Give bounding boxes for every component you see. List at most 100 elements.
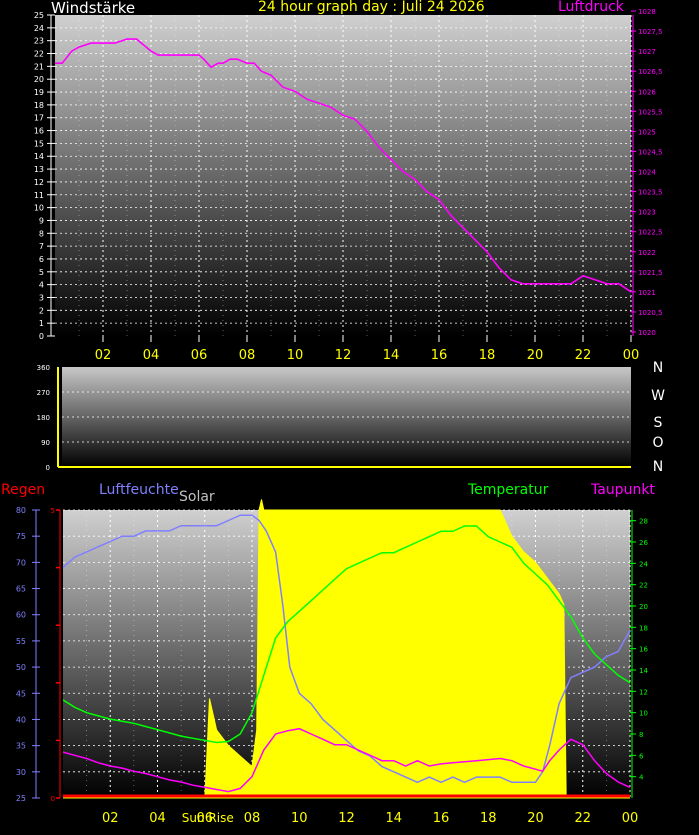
wind-tick-label: 8 bbox=[39, 229, 44, 238]
temperature-tick-label: 28 bbox=[639, 518, 648, 526]
rain-tick-label: 5 bbox=[51, 507, 55, 515]
direction-tick-label: 270 bbox=[37, 389, 50, 397]
wind-tick-label: 17 bbox=[34, 114, 44, 123]
humidity-tick-label: 65 bbox=[16, 585, 26, 594]
wind-tick-label: 20 bbox=[34, 75, 44, 84]
pressure-tick-label: 1025 bbox=[638, 128, 656, 136]
hour-tick-label: 10 bbox=[291, 811, 308, 826]
compass-label: O bbox=[652, 435, 663, 451]
chart-title: 24 hour graph day : Juli 24 2026 bbox=[258, 0, 485, 15]
wind-tick-label: 13 bbox=[34, 165, 44, 174]
wind-tick-label: 22 bbox=[34, 50, 44, 59]
temperature-tick-label: 18 bbox=[639, 624, 648, 632]
humidity-tick-label: 25 bbox=[16, 794, 26, 803]
humidity-tick-label: 80 bbox=[16, 506, 26, 515]
temperature-tick-label: 20 bbox=[639, 603, 648, 611]
humidity-tick-label: 50 bbox=[16, 663, 26, 672]
wind-tick-label: 5 bbox=[39, 268, 44, 277]
hour-tick-label: 14 bbox=[385, 811, 402, 826]
wind-tick-label: 0 bbox=[39, 332, 44, 341]
pressure-tick-label: 1021 bbox=[638, 289, 656, 297]
temperature-tick-label: 22 bbox=[639, 582, 648, 590]
hour-tick-label: 02 bbox=[102, 811, 119, 826]
wind-tick-label: 4 bbox=[39, 281, 44, 290]
hour-tick-label: 00 bbox=[622, 811, 639, 826]
sunrise-annotation: Sun Rise bbox=[182, 811, 234, 825]
wind-tick-label: 2 bbox=[39, 306, 44, 315]
compass-label: S bbox=[654, 415, 663, 431]
legend-temperature: Temperatur bbox=[468, 482, 549, 498]
wind-tick-label: 16 bbox=[34, 127, 44, 136]
legend-humidity: Luftfeuchte bbox=[99, 482, 179, 498]
wind-tick-label: 23 bbox=[34, 37, 44, 46]
wind-tick-label: 18 bbox=[34, 101, 44, 110]
hour-tick-label: 16 bbox=[433, 811, 450, 826]
wind-tick-label: 9 bbox=[39, 216, 44, 225]
wind-axis-label: Windstärke bbox=[51, 0, 136, 17]
pressure-tick-label: 1026 bbox=[638, 88, 656, 96]
wind-tick-label: 19 bbox=[34, 88, 44, 97]
pressure-tick-label: 1024 bbox=[638, 169, 656, 177]
temperature-tick-label: 8 bbox=[639, 731, 643, 739]
wind-tick-label: 24 bbox=[34, 24, 44, 33]
temperature-tick-label: 14 bbox=[639, 667, 648, 675]
wind-tick-label: 25 bbox=[34, 11, 44, 20]
legend-rain: Regen bbox=[1, 482, 46, 498]
compass-label: N bbox=[653, 360, 663, 376]
wind-tick-label: 14 bbox=[34, 152, 44, 161]
pressure-tick-label: 1024,5 bbox=[638, 148, 663, 156]
humidity-tick-label: 75 bbox=[16, 532, 26, 541]
rain-tick-label: 0 bbox=[51, 795, 55, 803]
direction-tick-label: 180 bbox=[37, 414, 50, 422]
wind-tick-label: 6 bbox=[39, 255, 44, 264]
wind-tick-label: 7 bbox=[39, 242, 44, 251]
direction-tick-label: 360 bbox=[37, 364, 50, 372]
hour-tick-label: 12 bbox=[338, 811, 355, 826]
hour-tick-label: 18 bbox=[480, 811, 497, 826]
wind-tick-label: 10 bbox=[34, 204, 44, 213]
temperature-tick-label: 4 bbox=[639, 774, 644, 782]
pressure-tick-label: 1020 bbox=[638, 329, 656, 337]
direction-tick-label: 0 bbox=[46, 464, 50, 472]
pressure-axis-label: Luftdruck bbox=[558, 0, 624, 15]
wind-tick-label: 3 bbox=[39, 293, 44, 302]
legend-dewpoint: Taupunkt bbox=[591, 482, 655, 498]
weather-combined-chart: 25 30 35 40 45 50 55 60 65 70 75 80 0 5 4 6 8 10 12 14 16 1… bbox=[16, 499, 648, 826]
temperature-tick-label: 12 bbox=[639, 688, 648, 696]
pressure-tick-label: 1026,5 bbox=[638, 68, 663, 76]
temperature-tick-label: 6 bbox=[639, 752, 644, 760]
pressure-tick-label: 1027,5 bbox=[638, 28, 663, 36]
pressure-tick-label: 1021,5 bbox=[638, 269, 663, 277]
legend-solar: Solar bbox=[179, 489, 215, 505]
humidity-tick-label: 60 bbox=[16, 611, 26, 620]
temperature-tick-label: 16 bbox=[639, 646, 648, 654]
pressure-tick-label: 1022 bbox=[638, 249, 656, 257]
wind-tick-label: 15 bbox=[34, 139, 44, 148]
humidity-tick-label: 30 bbox=[16, 768, 26, 777]
pressure-tick-label: 1023 bbox=[638, 209, 656, 217]
humidity-tick-label: 35 bbox=[16, 742, 26, 751]
temperature-tick-label: 24 bbox=[639, 560, 648, 568]
hour-tick-label: 08 bbox=[244, 811, 261, 826]
wind-direction-chart: 090180270360 NWSON bbox=[37, 360, 665, 475]
temperature-tick-label: 26 bbox=[639, 539, 648, 547]
compass-label: W bbox=[651, 388, 665, 404]
wind-tick-label: 21 bbox=[34, 62, 44, 71]
hour-tick-label: 04 bbox=[149, 811, 166, 826]
temperature-tick-label: 10 bbox=[639, 710, 648, 718]
pressure-tick-label: 1020,5 bbox=[638, 309, 663, 317]
wind-tick-label: 12 bbox=[34, 178, 44, 187]
direction-tick-label: 90 bbox=[41, 439, 50, 447]
pressure-tick-label: 1028 bbox=[638, 8, 656, 16]
pressure-tick-label: 1027 bbox=[638, 48, 656, 56]
humidity-tick-label: 40 bbox=[16, 715, 26, 724]
compass-label: N bbox=[653, 459, 663, 475]
humidity-tick-label: 70 bbox=[16, 558, 26, 567]
pressure-tick-label: 1023,5 bbox=[638, 189, 663, 197]
wind-tick-label: 1 bbox=[39, 319, 44, 328]
humidity-tick-label: 45 bbox=[16, 689, 26, 698]
humidity-tick-label: 55 bbox=[16, 637, 26, 646]
pressure-tick-label: 1022,5 bbox=[638, 229, 663, 237]
hour-tick-label: 20 bbox=[527, 811, 544, 826]
hour-tick-label: 22 bbox=[574, 811, 591, 826]
